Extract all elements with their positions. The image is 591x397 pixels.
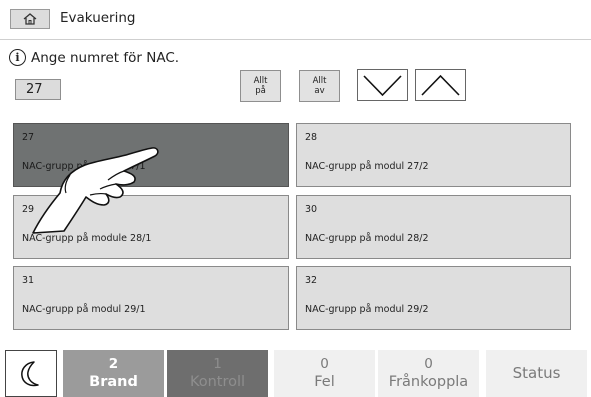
status-label: Status — [512, 364, 561, 382]
all-on-button[interactable]: Allt på — [240, 70, 281, 102]
tile-number: 32 — [305, 275, 318, 286]
scroll-down-button[interactable] — [357, 69, 408, 101]
nac-number-field[interactable]: 27 — [15, 79, 61, 100]
kontroll-label: Kontroll — [189, 373, 246, 390]
nac-tile-32[interactable]: 32 NAC-grupp på modul 29/2 — [296, 266, 571, 330]
fel-label: Fel — [314, 373, 335, 390]
tile-label: NAC-grupp på modul 27/2 — [305, 161, 429, 172]
tile-number: 30 — [305, 204, 318, 215]
tile-label: NAC-grupp på module 28/1 — [22, 233, 152, 244]
tab-frankoppla[interactable]: 0 Frånkoppla — [378, 350, 479, 397]
tile-label: NAC-grupp på modul 28/2 — [305, 233, 429, 244]
tab-brand[interactable]: 2 Brand — [63, 350, 164, 397]
scroll-up-button[interactable] — [415, 69, 466, 101]
nac-tile-28[interactable]: 28 NAC-grupp på modul 27/2 — [296, 123, 571, 187]
page-title: Evakuering — [60, 10, 136, 26]
nac-tile-27[interactable]: 27 NAC-grupp på modul 27/1 — [13, 123, 289, 187]
tile-number: 31 — [22, 275, 35, 286]
tile-number: 28 — [305, 132, 318, 143]
chevron-up-icon — [421, 74, 460, 96]
tile-label: NAC-grupp på modul 29/2 — [305, 304, 429, 315]
frankoppla-count: 0 — [424, 355, 433, 372]
chevron-down-icon — [363, 75, 402, 97]
tile-number: 29 — [22, 204, 35, 215]
night-mode-button[interactable] — [5, 350, 57, 397]
info-icon: i — [9, 49, 26, 66]
brand-count: 2 — [108, 355, 119, 372]
home-button[interactable] — [10, 9, 50, 29]
all-on-label-line2: på — [255, 86, 266, 96]
all-off-button[interactable]: Allt av — [299, 70, 340, 102]
moon-icon — [21, 360, 39, 386]
nac-tile-31[interactable]: 31 NAC-grupp på modul 29/1 — [13, 266, 289, 330]
all-off-label-line1: Allt — [312, 76, 327, 86]
all-off-label-line2: av — [314, 86, 325, 96]
tile-label: NAC-grupp på modul 29/1 — [22, 304, 146, 315]
nac-tile-30[interactable]: 30 NAC-grupp på modul 28/2 — [296, 195, 571, 259]
all-on-label-line1: Allt — [253, 76, 268, 86]
nac-tile-29[interactable]: 29 NAC-grupp på module 28/1 — [13, 195, 289, 259]
tab-kontroll[interactable]: 1 Kontroll — [167, 350, 268, 397]
brand-label: Brand — [89, 373, 138, 390]
frankoppla-label: Frånkoppla — [388, 373, 469, 390]
tab-fel[interactable]: 0 Fel — [274, 350, 375, 397]
tab-status[interactable]: Status — [486, 350, 587, 397]
home-icon — [23, 13, 37, 25]
prompt-text: Ange numret för NAC. — [31, 50, 180, 66]
tile-label: NAC-grupp på modul 27/1 — [22, 161, 146, 172]
tile-number: 27 — [22, 132, 35, 143]
fel-count: 0 — [320, 355, 329, 372]
kontroll-count: 1 — [213, 355, 222, 372]
